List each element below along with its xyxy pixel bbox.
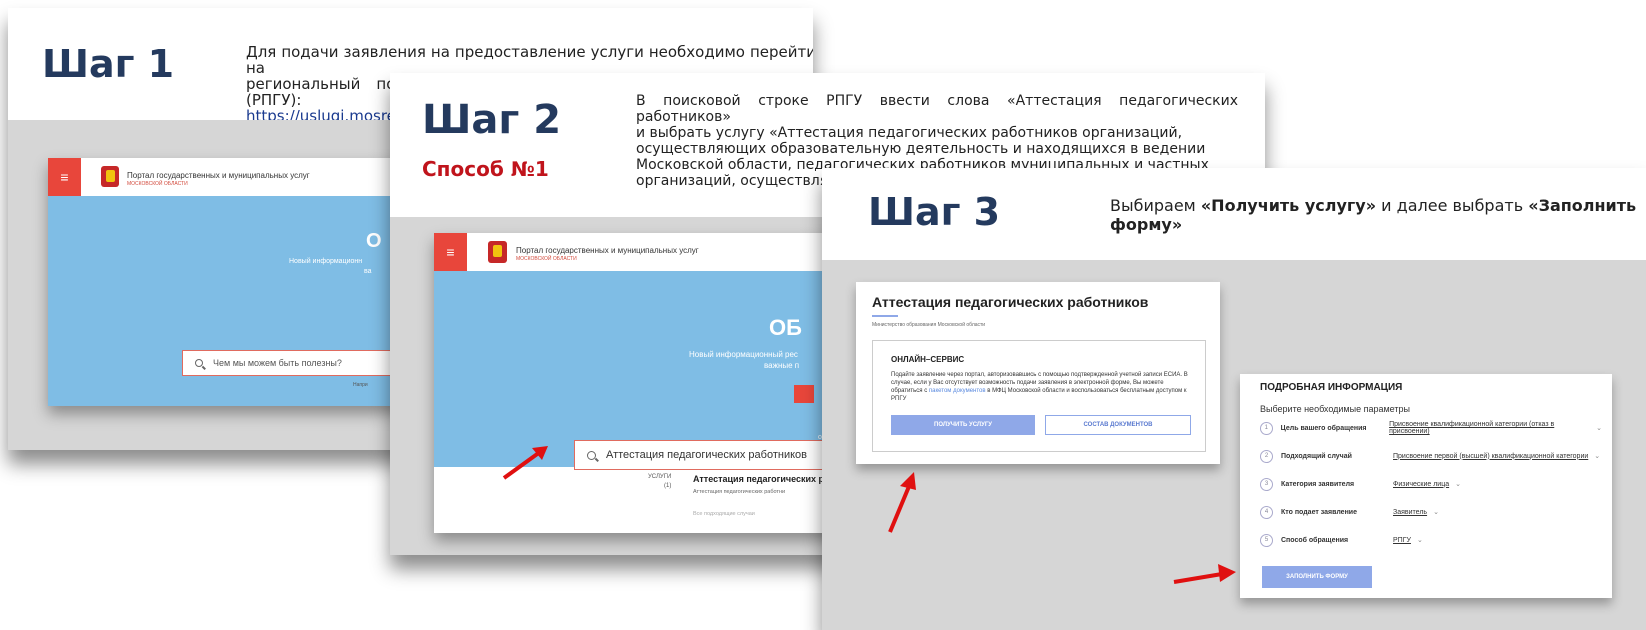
coat-of-arms-icon [101,166,119,187]
portal-region: МОСКОВСКОЙ ОБЛАСТИ [127,181,188,187]
param-select[interactable]: Физические лица [1393,481,1449,488]
portal-name: Портал государственных и муниципальных у… [127,171,310,180]
chevron-down-icon: ⌄ [1596,425,1602,432]
portal-screenshot: ≡ Портал государственных и муниципальных… [434,233,874,533]
online-service-box: ОНЛАЙН–СЕРВИС Подайте заявление через по… [872,340,1206,452]
param-row[interactable]: 3 Категория заявителя Физические лица ⌄ [1260,476,1602,492]
step-description: Выбираем «Получить услугу» и далее выбра… [1110,196,1637,234]
param-row[interactable]: 1 Цель вашего обращения Присвоение квали… [1260,420,1602,436]
param-select[interactable]: РПГУ [1393,537,1411,544]
chevron-down-icon: ⌄ [1416,537,1423,544]
portal-screenshot: ≡ Портал государственных и муниципальных… [48,158,448,406]
step-title: Шаг 1 [42,42,175,86]
details-subtitle: Выберите необходимые параметры [1260,404,1410,414]
pointer-arrow-icon [888,472,916,533]
search-result-item[interactable]: Аттестация педагогических р [693,474,824,484]
details-title: ПОДРОБНАЯ ИНФОРМАЦИЯ [1260,382,1403,393]
portal-header: ≡ Портал государственных и муниципальных… [434,233,874,271]
portal-name: Портал государственных и муниципальных у… [516,246,699,255]
documents-button[interactable]: СОСТАВ ДОКУМЕНТОВ [1045,415,1191,435]
hero-button[interactable] [794,385,814,403]
slide-step-3: Шаг 3 Выбираем «Получить услугу» и далее… [822,168,1646,630]
slide-header: Шаг 3 Выбираем «Получить услугу» и далее… [822,168,1646,260]
param-select[interactable]: Присвоение квалификационной категории (о… [1389,421,1590,435]
title-underline [872,315,898,317]
coat-of-arms-icon [488,241,507,263]
menu-icon[interactable]: ≡ [434,233,467,271]
param-row[interactable]: 5 Способ обращения РПГУ ⌄ [1260,532,1602,548]
hero-banner: ОБ Новый информационный рес важные п о [434,271,874,467]
step-title: Шаг 3 [868,190,1001,234]
step-title: Шаг 2 [422,97,562,143]
chevron-down-icon: ⌄ [1594,453,1601,460]
all-matching-link[interactable]: Все подходящие случаи [693,511,755,517]
search-icon [195,359,203,367]
param-row[interactable]: 2 Подходящий случай Присвоение первой (в… [1260,448,1602,464]
param-row[interactable]: 4 Кто подает заявление Заявитель ⌄ [1260,504,1602,520]
method-label: Способ №1 [422,157,549,181]
fill-form-button[interactable]: ЗАПОЛНИТЬ ФОРМУ [1262,566,1372,588]
param-select[interactable]: Заявитель [1393,509,1427,516]
param-select[interactable]: Присвоение первой (высшей) квалификацион… [1393,453,1588,460]
search-icon [587,450,596,460]
documents-link[interactable]: пакетом документов [929,388,986,394]
get-service-button[interactable]: ПОЛУЧИТЬ УСЛУГУ [891,415,1035,435]
portal-header: ≡ Портал государственных и муниципальных… [48,158,448,196]
slide-screenshot-area: Аттестация педагогических работников Мин… [822,260,1646,630]
chevron-down-icon: ⌄ [1455,481,1461,488]
chevron-down-icon: ⌄ [1433,509,1439,516]
pointer-arrow-icon [1173,564,1236,584]
details-card: ПОДРОБНАЯ ИНФОРМАЦИЯ Выберите необходимы… [1240,374,1612,598]
ministry-label: Министерство образования Московской обла… [872,322,986,328]
service-title: Аттестация педагогических работников [872,294,1149,310]
pointer-arrow-icon [502,446,548,480]
portal-region: МОСКОВСКОЙ ОБЛАСТИ [516,256,577,262]
service-card: Аттестация педагогических работников Мин… [856,282,1220,464]
menu-icon[interactable]: ≡ [48,158,81,196]
